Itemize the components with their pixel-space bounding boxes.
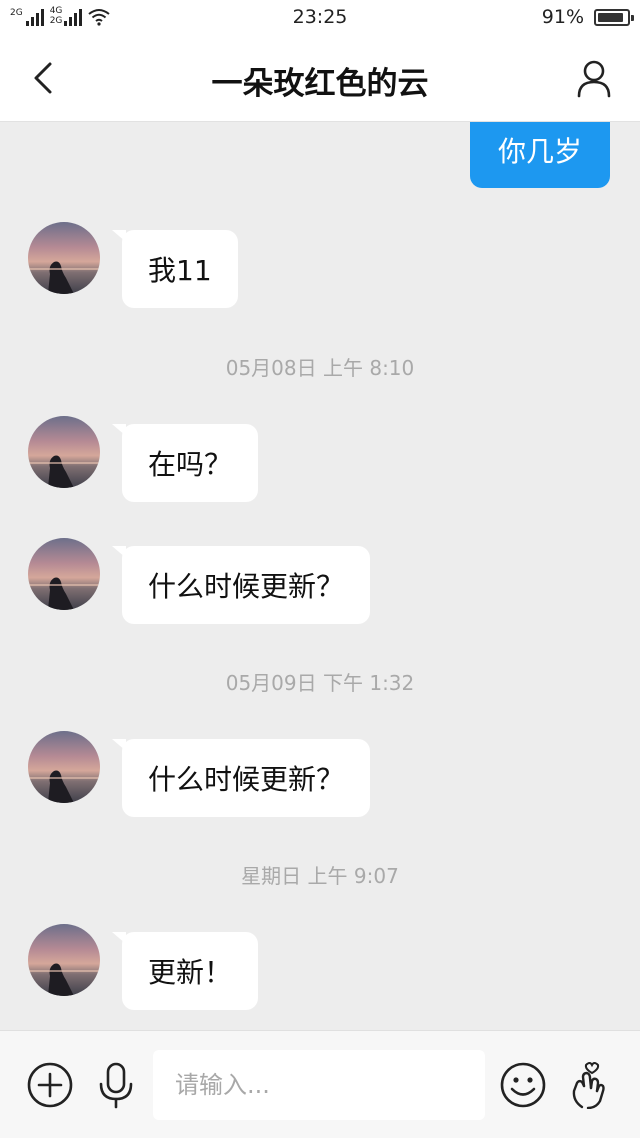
message-bubble-outgoing[interactable]: 你几岁 [469, 122, 610, 188]
avatar[interactable] [28, 222, 100, 294]
chevron-left-icon[interactable] [26, 56, 66, 100]
battery-status: 91% [541, 6, 634, 28]
avatar[interactable] [28, 538, 100, 610]
chat-title: 一朵玫红色的云 [211, 66, 429, 102]
timestamp: 05月09日 下午 1:32 [225, 671, 415, 695]
avatar[interactable] [28, 731, 100, 803]
timestamp: 05月08日 上午 8:10 [225, 356, 415, 380]
message-bubble-incoming[interactable]: 什么时候更新？ [111, 739, 371, 817]
message-bubble-incoming[interactable]: 更新！ [111, 932, 259, 1010]
avatar[interactable] [28, 924, 100, 996]
timestamp: 星期日 上午 9:07 [241, 864, 399, 888]
smiley-icon[interactable] [499, 1061, 547, 1109]
message-bubble-incoming[interactable]: 我11 [112, 230, 238, 308]
battery-percent: 91% [541, 6, 584, 28]
battery-icon [594, 8, 634, 26]
microphone-icon[interactable] [92, 1061, 140, 1109]
chat-header: 一朵玫红色的云 [0, 34, 640, 122]
message-list[interactable]: 你几岁 我11 05月08日 上午 8:10 在吗？ 什么时候更新？ 05月09… [0, 122, 640, 1030]
message-bubble-incoming[interactable]: 在吗？ [111, 424, 259, 502]
status-bar: 2G 4G 2G 23:25 91% [0, 0, 640, 34]
plus-circle-icon[interactable] [26, 1061, 74, 1109]
message-bubble-incoming[interactable]: 什么时候更新？ [111, 546, 371, 624]
battery-level [598, 12, 624, 22]
finger-heart-hand-icon[interactable] [568, 1061, 616, 1109]
person-icon[interactable] [574, 56, 614, 100]
avatar[interactable] [28, 416, 100, 488]
input-bar [0, 1030, 640, 1138]
message-input[interactable] [153, 1050, 485, 1120]
